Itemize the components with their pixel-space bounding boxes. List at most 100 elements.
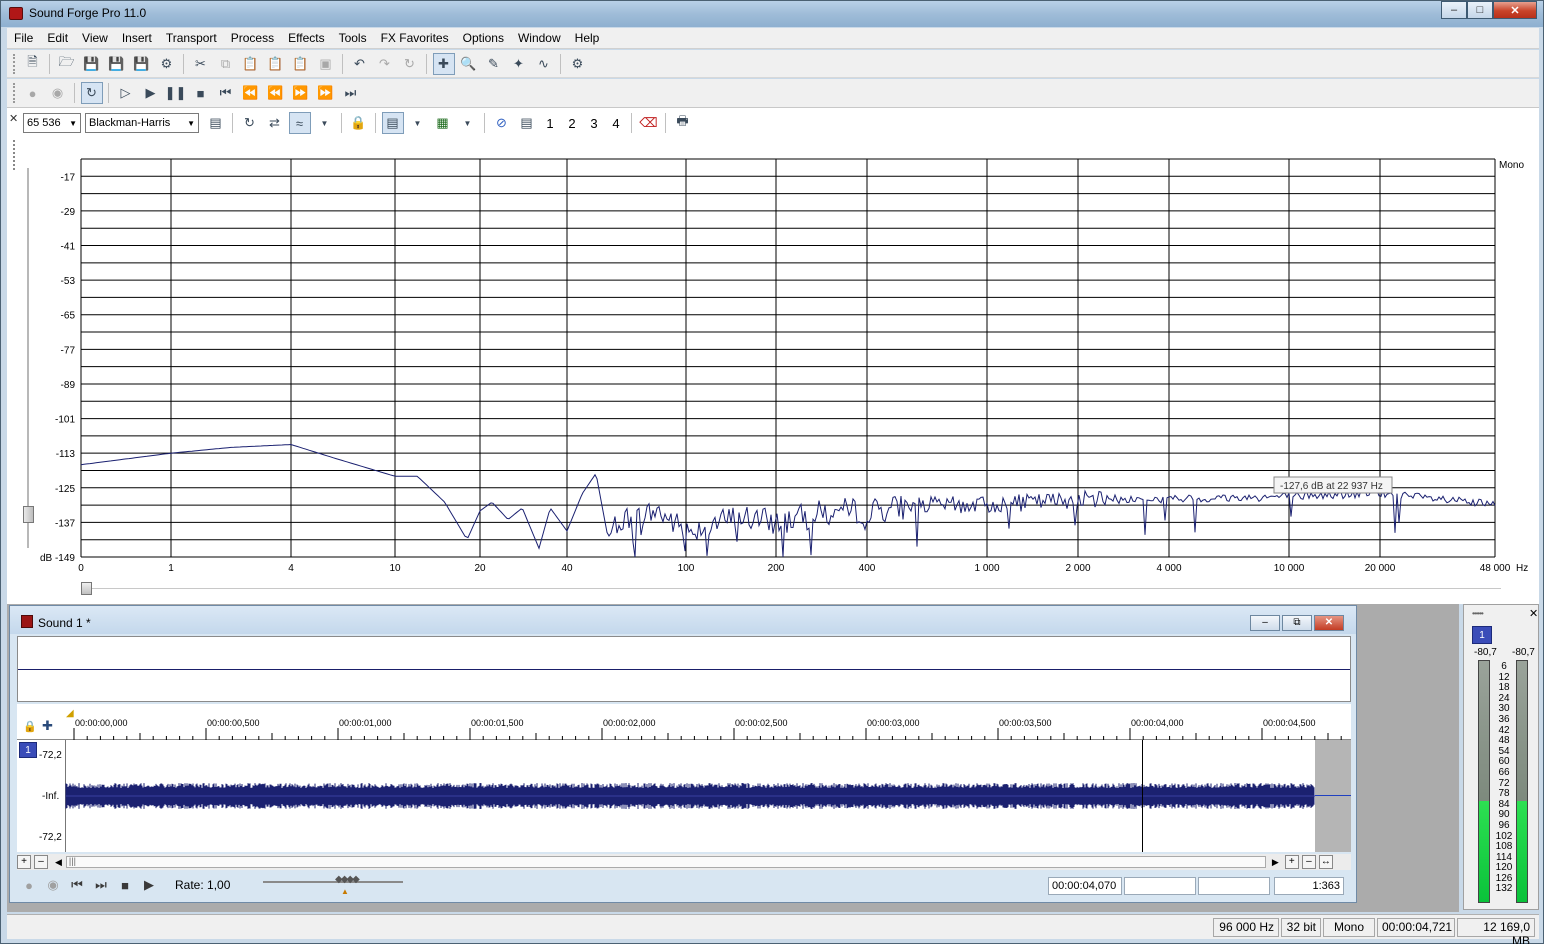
waveform-area[interactable]: 1 -72,2 -Inf. -72,2 (17, 740, 1351, 852)
magnify-tool-icon[interactable]: 🔍 (458, 53, 480, 75)
stop-icon[interactable]: ■ (190, 82, 212, 104)
record-icon[interactable]: ● (22, 82, 44, 104)
data-window-close-button[interactable]: ✕ (1314, 615, 1344, 631)
play-icon[interactable]: ▶ (140, 82, 162, 104)
y-tick-label: -77 (61, 345, 76, 356)
copy-icon[interactable]: ⧉ (215, 53, 237, 75)
open-folder-icon[interactable]: 🗁 (56, 53, 78, 75)
redo-icon[interactable]: ↷ (374, 53, 396, 75)
toolbar-grip[interactable] (13, 53, 16, 74)
zoom-ratio-field[interactable]: 1:363 (1274, 877, 1344, 895)
menu-fx-favorites[interactable]: FX Favorites (374, 28, 456, 49)
paste-icon[interactable]: 📋 (240, 53, 262, 75)
stop-icon[interactable]: ■ (114, 874, 136, 896)
trim-crop-icon[interactable]: ▣ (315, 53, 337, 75)
event-tool-icon[interactable]: ✦ (508, 53, 530, 75)
rate-slider-track[interactable] (263, 881, 403, 883)
repeat-icon[interactable]: ↻ (399, 53, 421, 75)
x-tick-label: 100 (678, 563, 695, 574)
channels-status[interactable]: Mono (1323, 918, 1375, 937)
playback-cursor[interactable] (1142, 740, 1143, 852)
previous-marker-icon[interactable]: ⏪ (240, 82, 262, 104)
y-tick-label: -125 (55, 484, 75, 495)
menu-tools[interactable]: Tools (332, 28, 374, 49)
go-to-end-icon[interactable]: ⏭ (90, 874, 112, 896)
peak-left-value[interactable]: -80,7 (1474, 647, 1497, 658)
save-all-icon[interactable]: 💾 (131, 53, 153, 75)
paste-to-new-icon[interactable]: 📋 (290, 53, 312, 75)
menu-edit[interactable]: Edit (40, 28, 75, 49)
play-icon[interactable]: ▶ (138, 874, 160, 896)
undo-icon[interactable]: ↶ (349, 53, 371, 75)
x-tick-label: 1 (168, 563, 174, 574)
menu-view[interactable]: View (75, 28, 115, 49)
menu-effects[interactable]: Effects (281, 28, 331, 49)
play-all-icon[interactable]: ▷ (115, 82, 137, 104)
save-icon[interactable]: 💾 (81, 53, 103, 75)
mix-paste-icon[interactable]: 📋 (265, 53, 287, 75)
record-icon[interactable]: ● (18, 874, 40, 896)
time-ruler[interactable]: 🔒 ✚ 00:00:00,000 00:00:00,500 00:00:01,000… (17, 704, 1351, 740)
data-window-minimize-button[interactable]: – (1250, 615, 1280, 631)
zoom-in-icon[interactable]: + (17, 855, 31, 869)
pause-icon[interactable]: ❚❚ (165, 82, 187, 104)
menu-insert[interactable]: Insert (115, 28, 159, 49)
toolbar-grip[interactable] (13, 83, 16, 103)
envelope-tool-icon[interactable]: ∿ (533, 53, 555, 75)
insertion-marker-icon[interactable]: ◢ (66, 708, 74, 719)
render-icon[interactable]: ⚙ (156, 53, 178, 75)
fast-forward-icon[interactable]: ⏩ (290, 82, 312, 104)
menu-file[interactable]: File (7, 28, 40, 49)
edit-tool-icon[interactable]: ✚ (432, 52, 455, 75)
zoom-fit-icon[interactable]: ↔ (1318, 855, 1333, 869)
peak-right-value[interactable]: -80,7 (1512, 647, 1535, 658)
x-tick-label: 1 000 (974, 563, 999, 574)
sample-rate-status[interactable]: 96 000 Hz (1213, 918, 1279, 937)
go-to-start-icon[interactable]: ⏮ (66, 874, 88, 896)
arm-record-icon[interactable]: ◉ (47, 82, 69, 104)
zoom-out-icon[interactable]: – (34, 855, 48, 869)
free-space-status[interactable]: 12 169,0 MB (1457, 918, 1535, 944)
horizontal-scrollbar[interactable]: + – ◀ ||| ▶ + – ↔ (17, 854, 1351, 870)
horizontal-range-slider-thumb[interactable] (81, 582, 92, 595)
go-to-end-icon[interactable]: ⏭ (340, 82, 362, 104)
scrollbar-track[interactable]: ||| (65, 856, 1266, 868)
toolbar-separator (49, 53, 50, 74)
scroll-left-icon[interactable]: ◀ (55, 857, 62, 868)
close-button[interactable]: ✕ (1493, 1, 1537, 19)
go-to-start-icon[interactable]: ⏮ (215, 82, 237, 104)
menu-options[interactable]: Options (456, 28, 511, 49)
save-as-icon[interactable]: 💾 (106, 53, 128, 75)
meter-scale-label: 36 (1498, 713, 1510, 725)
menu-transport[interactable]: Transport (159, 28, 224, 49)
minimize-button[interactable]: – (1441, 1, 1467, 19)
rewind-icon[interactable]: ⏪ (265, 82, 287, 104)
meter-channel-badge[interactable]: 1 (1472, 626, 1492, 644)
new-file-icon[interactable]: 🗎 (22, 53, 44, 75)
meter-grip[interactable]: •••••• (1472, 609, 1484, 618)
maximize-button[interactable]: □ (1467, 1, 1493, 19)
loop-playback-icon[interactable]: ↻ (80, 82, 103, 104)
selection-length-field[interactable] (1198, 877, 1270, 895)
arm-record-icon[interactable]: ◉ (42, 874, 64, 896)
selection-start-field[interactable] (1124, 877, 1196, 895)
cursor-position-field[interactable]: 00:00:04,070 (1048, 877, 1122, 895)
standard-toolbar: 🗎 🗁 💾 💾 💾 ⚙ ✂ ⧉ 📋 📋 📋 ▣ ↶ ↷ ↻ ✚ 🔍 ✎ ✦ ∿ … (7, 50, 1539, 78)
overview-bar[interactable] (17, 636, 1351, 702)
bit-depth-status[interactable]: 32 bit (1281, 918, 1321, 937)
level-zoom-in-icon[interactable]: + (1284, 855, 1299, 869)
next-marker-icon[interactable]: ⏩ (315, 82, 337, 104)
menu-window[interactable]: Window (511, 28, 568, 49)
pencil-tool-icon[interactable]: ✎ (483, 53, 505, 75)
toolbar-separator (74, 83, 75, 103)
menu-help[interactable]: Help (568, 28, 607, 49)
rate-slider-thumb[interactable]: ◆◆◆◆ (335, 874, 360, 885)
meter-close-icon[interactable]: ✕ (1529, 607, 1538, 620)
cut-icon[interactable]: ✂ (190, 53, 212, 75)
menu-process[interactable]: Process (224, 28, 281, 49)
properties-icon[interactable]: ⚙ (567, 53, 589, 75)
data-window-restore-button[interactable]: ⧉ (1282, 615, 1312, 631)
length-status[interactable]: 00:00:04,721 (1377, 918, 1455, 937)
scroll-right-icon[interactable]: ▶ (1272, 857, 1279, 868)
level-zoom-out-icon[interactable]: – (1301, 855, 1316, 869)
